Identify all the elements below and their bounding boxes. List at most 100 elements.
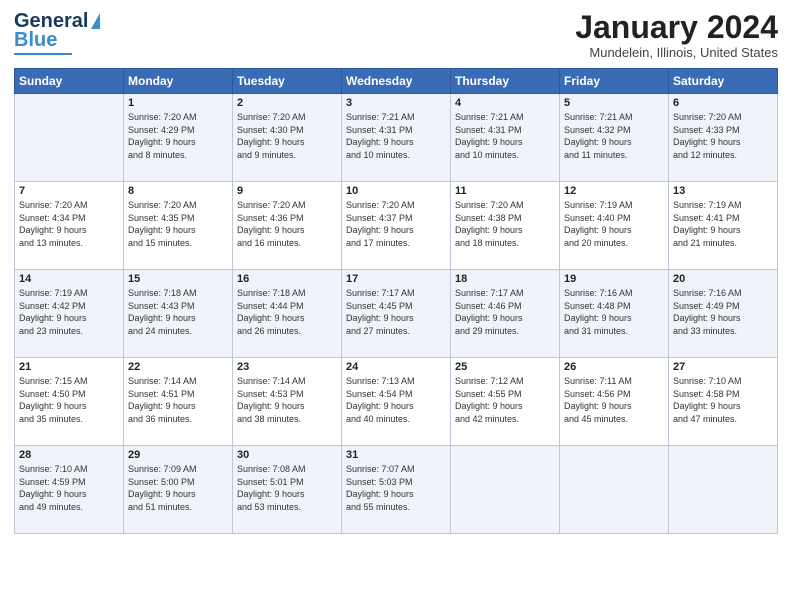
day-info: Sunrise: 7:10 AM Sunset: 4:58 PM Dayligh… xyxy=(673,375,773,425)
day-number: 6 xyxy=(673,97,773,109)
day-info: Sunrise: 7:11 AM Sunset: 4:56 PM Dayligh… xyxy=(564,375,664,425)
day-number: 2 xyxy=(237,97,337,109)
day-number: 12 xyxy=(564,185,664,197)
day-cell: 22 Sunrise: 7:14 AM Sunset: 4:51 PM Dayli… xyxy=(124,358,233,446)
day-info: Sunrise: 7:20 AM Sunset: 4:30 PM Dayligh… xyxy=(237,111,337,161)
day-cell: 9Sunrise: 7:20 AM Sunset: 4:36 PM Daylig… xyxy=(233,182,342,270)
day-number: 14 xyxy=(19,273,119,285)
day-cell: 11 Sunrise: 7:20 AM Sunset: 4:38 PM Dayli… xyxy=(451,182,560,270)
day-info: Sunrise: 7:21 AM Sunset: 4:31 PM Dayligh… xyxy=(455,111,555,161)
day-cell: 1 Sunrise: 7:20 AM Sunset: 4:29 PM Daylig… xyxy=(124,94,233,182)
day-number: 20 xyxy=(673,273,773,285)
day-cell: 26 Sunrise: 7:11 AM Sunset: 4:56 PM Dayli… xyxy=(560,358,669,446)
day-cell: 23Sunrise: 7:14 AM Sunset: 4:53 PM Dayli… xyxy=(233,358,342,446)
day-number: 28 xyxy=(19,449,119,461)
day-info: Sunrise: 7:21 AM Sunset: 4:31 PM Dayligh… xyxy=(346,111,446,161)
title-block: January 2024 Mundelein, Illinois, United… xyxy=(575,10,778,60)
day-info: Sunrise: 7:19 AM Sunset: 4:40 PM Dayligh… xyxy=(564,199,664,249)
day-cell: 3 Sunrise: 7:21 AM Sunset: 4:31 PM Daylig… xyxy=(342,94,451,182)
day-number: 11 xyxy=(455,185,555,197)
day-info: Sunrise: 7:09 AM Sunset: 5:00 PM Dayligh… xyxy=(128,463,228,513)
day-number: 15 xyxy=(128,273,228,285)
day-info: Sunrise: 7:17 AM Sunset: 4:45 PM Dayligh… xyxy=(346,287,446,337)
day-number: 31 xyxy=(346,449,446,461)
day-number: 25 xyxy=(455,361,555,373)
day-number: 8 xyxy=(128,185,228,197)
day-number: 22 xyxy=(128,361,228,373)
day-cell: 14 Sunrise: 7:19 AM Sunset: 4:42 PM Dayli… xyxy=(15,270,124,358)
day-info: Sunrise: 7:18 AM Sunset: 4:43 PM Dayligh… xyxy=(128,287,228,337)
day-cell: 18 Sunrise: 7:17 AM Sunset: 4:46 PM Dayli… xyxy=(451,270,560,358)
month-title: January 2024 xyxy=(575,10,778,45)
day-info: Sunrise: 7:13 AM Sunset: 4:54 PM Dayligh… xyxy=(346,375,446,425)
day-cell: 17Sunrise: 7:17 AM Sunset: 4:45 PM Dayli… xyxy=(342,270,451,358)
day-info: Sunrise: 7:20 AM Sunset: 4:33 PM Dayligh… xyxy=(673,111,773,161)
day-info: Sunrise: 7:12 AM Sunset: 4:55 PM Dayligh… xyxy=(455,375,555,425)
day-number: 27 xyxy=(673,361,773,373)
week-row-5: 28 Sunrise: 7:10 AM Sunset: 4:59 PM Dayli… xyxy=(15,446,778,534)
day-info: Sunrise: 7:20 AM Sunset: 4:38 PM Dayligh… xyxy=(455,199,555,249)
day-cell xyxy=(451,446,560,534)
logo-underline xyxy=(14,53,72,55)
day-info: Sunrise: 7:20 AM Sunset: 4:29 PM Dayligh… xyxy=(128,111,228,161)
day-number: 18 xyxy=(455,273,555,285)
day-cell xyxy=(669,446,778,534)
day-info: Sunrise: 7:21 AM Sunset: 4:32 PM Dayligh… xyxy=(564,111,664,161)
col-header-tuesday: Tuesday xyxy=(233,69,342,94)
day-cell: 7Sunrise: 7:20 AM Sunset: 4:34 PM Daylig… xyxy=(15,182,124,270)
day-info: Sunrise: 7:20 AM Sunset: 4:35 PM Dayligh… xyxy=(128,199,228,249)
day-number: 29 xyxy=(128,449,228,461)
col-header-friday: Friday xyxy=(560,69,669,94)
day-info: Sunrise: 7:08 AM Sunset: 5:01 PM Dayligh… xyxy=(237,463,337,513)
location: Mundelein, Illinois, United States xyxy=(575,45,778,60)
col-header-saturday: Saturday xyxy=(669,69,778,94)
day-number: 26 xyxy=(564,361,664,373)
day-info: Sunrise: 7:19 AM Sunset: 4:41 PM Dayligh… xyxy=(673,199,773,249)
day-cell: 15 Sunrise: 7:18 AM Sunset: 4:43 PM Dayli… xyxy=(124,270,233,358)
day-info: Sunrise: 7:10 AM Sunset: 4:59 PM Dayligh… xyxy=(19,463,119,513)
day-cell: 31 Sunrise: 7:07 AM Sunset: 5:03 PM Dayli… xyxy=(342,446,451,534)
day-number: 3 xyxy=(346,97,446,109)
calendar-table: SundayMondayTuesdayWednesdayThursdayFrid… xyxy=(14,68,778,534)
day-info: Sunrise: 7:20 AM Sunset: 4:36 PM Dayligh… xyxy=(237,199,337,249)
day-info: Sunrise: 7:19 AM Sunset: 4:42 PM Dayligh… xyxy=(19,287,119,337)
day-cell: 12 Sunrise: 7:19 AM Sunset: 4:40 PM Dayli… xyxy=(560,182,669,270)
logo: General Blue xyxy=(14,10,100,55)
day-number: 21 xyxy=(19,361,119,373)
day-number: 16 xyxy=(237,273,337,285)
header: General Blue January 2024 Mundelein, Ill… xyxy=(14,10,778,60)
col-header-monday: Monday xyxy=(124,69,233,94)
week-row-3: 14 Sunrise: 7:19 AM Sunset: 4:42 PM Dayli… xyxy=(15,270,778,358)
day-cell: 13 Sunrise: 7:19 AM Sunset: 4:41 PM Dayli… xyxy=(669,182,778,270)
day-info: Sunrise: 7:20 AM Sunset: 4:37 PM Dayligh… xyxy=(346,199,446,249)
day-info: Sunrise: 7:15 AM Sunset: 4:50 PM Dayligh… xyxy=(19,375,119,425)
day-number: 30 xyxy=(237,449,337,461)
day-cell: 29 Sunrise: 7:09 AM Sunset: 5:00 PM Dayli… xyxy=(124,446,233,534)
day-cell: 5Sunrise: 7:21 AM Sunset: 4:32 PM Daylig… xyxy=(560,94,669,182)
day-info: Sunrise: 7:18 AM Sunset: 4:44 PM Dayligh… xyxy=(237,287,337,337)
day-cell: 20 Sunrise: 7:16 AM Sunset: 4:49 PM Dayli… xyxy=(669,270,778,358)
day-cell: 21 Sunrise: 7:15 AM Sunset: 4:50 PM Dayli… xyxy=(15,358,124,446)
day-cell: 16 Sunrise: 7:18 AM Sunset: 4:44 PM Dayli… xyxy=(233,270,342,358)
day-info: Sunrise: 7:17 AM Sunset: 4:46 PM Dayligh… xyxy=(455,287,555,337)
day-number: 4 xyxy=(455,97,555,109)
day-cell: 10Sunrise: 7:20 AM Sunset: 4:37 PM Dayli… xyxy=(342,182,451,270)
day-info: Sunrise: 7:16 AM Sunset: 4:49 PM Dayligh… xyxy=(673,287,773,337)
day-number: 24 xyxy=(346,361,446,373)
day-cell: 27 Sunrise: 7:10 AM Sunset: 4:58 PM Dayli… xyxy=(669,358,778,446)
header-row: SundayMondayTuesdayWednesdayThursdayFrid… xyxy=(15,69,778,94)
day-number: 19 xyxy=(564,273,664,285)
logo-text-blue: Blue xyxy=(14,29,57,52)
calendar-page: General Blue January 2024 Mundelein, Ill… xyxy=(0,0,792,612)
day-info: Sunrise: 7:14 AM Sunset: 4:51 PM Dayligh… xyxy=(128,375,228,425)
day-info: Sunrise: 7:16 AM Sunset: 4:48 PM Dayligh… xyxy=(564,287,664,337)
logo-triangle-icon xyxy=(91,13,100,29)
day-number: 7 xyxy=(19,185,119,197)
col-header-sunday: Sunday xyxy=(15,69,124,94)
day-cell: 24 Sunrise: 7:13 AM Sunset: 4:54 PM Dayli… xyxy=(342,358,451,446)
col-header-wednesday: Wednesday xyxy=(342,69,451,94)
day-number: 1 xyxy=(128,97,228,109)
day-cell: 28 Sunrise: 7:10 AM Sunset: 4:59 PM Dayli… xyxy=(15,446,124,534)
day-info: Sunrise: 7:07 AM Sunset: 5:03 PM Dayligh… xyxy=(346,463,446,513)
day-number: 13 xyxy=(673,185,773,197)
